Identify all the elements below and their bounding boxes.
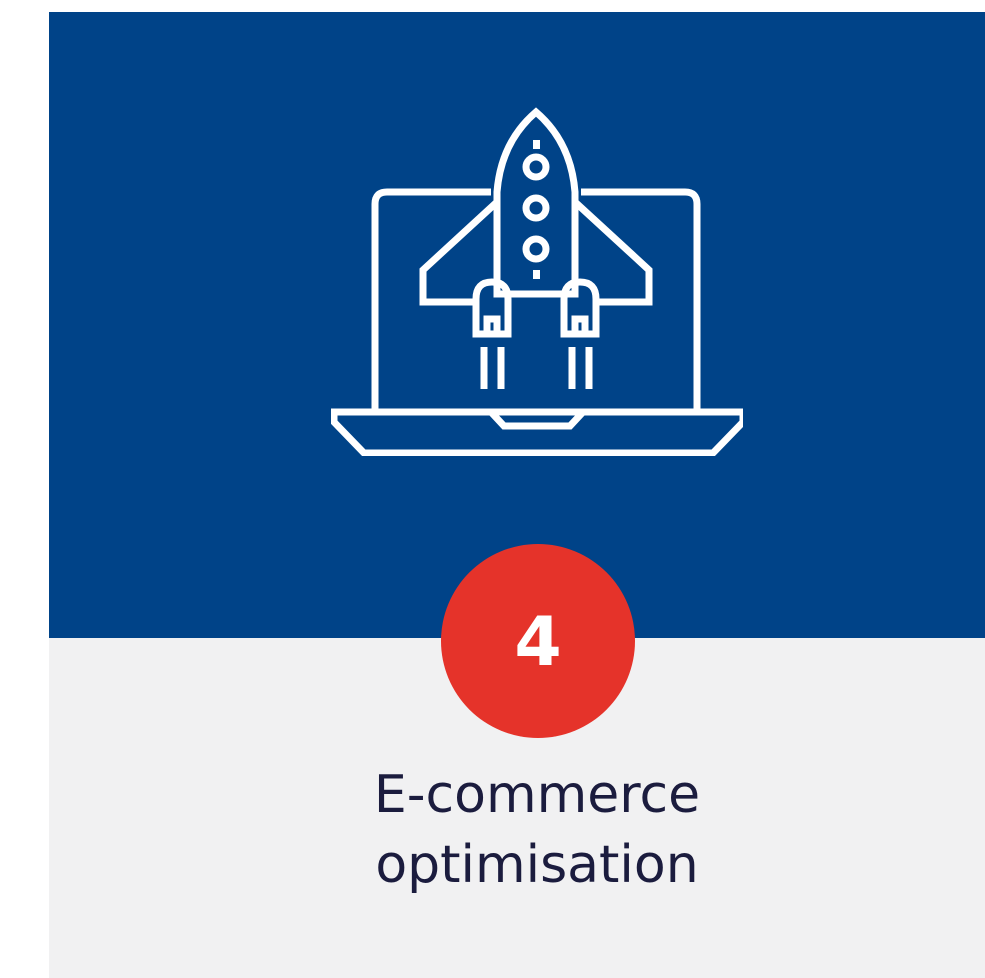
laptop-rocket-icon <box>331 107 743 456</box>
card-title-line-1: E-commerce <box>373 765 701 825</box>
card-title-line-2: optimisation <box>375 835 699 895</box>
step-number-badge: 4 <box>441 544 635 738</box>
card-title: E-commerce optimisation <box>49 760 985 900</box>
card-header-panel <box>49 12 985 638</box>
step-number: 4 <box>514 603 562 682</box>
service-card: 4 E-commerce optimisation <box>49 12 985 978</box>
